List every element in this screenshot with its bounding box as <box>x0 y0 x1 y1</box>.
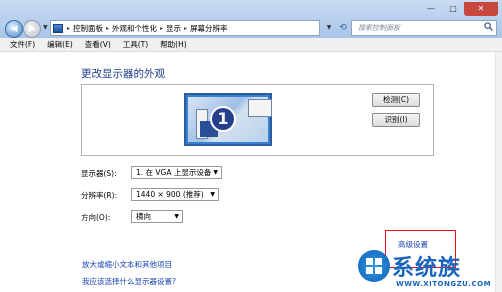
search-icon[interactable] <box>484 22 493 31</box>
monitor-number-badge: 1 <box>210 106 236 132</box>
watermark-logo: 系统族 WWW.XITONGZU.COM <box>358 250 502 292</box>
text-size-link[interactable]: 放大或缩小文本和其他项目 <box>82 259 172 270</box>
vertical-scrollbar[interactable] <box>495 52 502 292</box>
resolution-label: 分辨率(R): <box>81 191 118 200</box>
orientation-select[interactable]: 横向 ▼ <box>131 210 183 223</box>
menu-file[interactable]: 文件(F) <box>10 39 35 50</box>
search-placeholder: 搜索控制面板 <box>358 24 400 32</box>
maximize-button[interactable]: □ <box>442 2 464 16</box>
orientation-select-value: 横向 <box>136 212 151 221</box>
address-dropdown-icon[interactable]: ▼ <box>322 20 336 36</box>
breadcrumb-item[interactable]: 显示 <box>166 23 181 34</box>
display-select[interactable]: 1. 在 VGA 上显示设备 ▼ <box>131 166 222 179</box>
display-label: 显示器(S): <box>81 169 117 178</box>
close-button[interactable]: ✕ <box>464 2 498 16</box>
breadcrumb-separator: ▸ <box>160 24 164 32</box>
menu-view[interactable]: 查看(V) <box>85 39 111 50</box>
windows-logo-icon <box>358 250 390 282</box>
identify-button[interactable]: 识别(I) <box>372 113 420 127</box>
detect-button[interactable]: 检测(C) <box>372 93 420 107</box>
resolution-select-value: 1440 × 900 (推荐) <box>136 190 204 199</box>
menu-tools[interactable]: 工具(T) <box>123 39 148 50</box>
chevron-down-icon: ▼ <box>213 169 218 176</box>
window-thumbnail <box>248 99 272 117</box>
display-help-link[interactable]: 我应该选择什么显示器设置? <box>82 276 176 287</box>
breadcrumb-item[interactable]: 外观和个性化 <box>112 23 157 34</box>
breadcrumb-item[interactable]: 控制面板 <box>73 23 103 34</box>
watermark-url: WWW.XITONGZU.COM <box>396 280 492 288</box>
forward-arrow-icon[interactable]: ▶ <box>23 20 41 38</box>
breadcrumb-separator: ▸ <box>106 24 110 32</box>
windows-flag-icon <box>366 258 382 274</box>
orientation-label: 方向(O): <box>81 213 111 222</box>
watermark-brand: 系统族 <box>392 256 462 281</box>
search-input[interactable]: 搜索控制面板 <box>351 20 497 36</box>
chevron-down-icon: ▼ <box>210 191 215 198</box>
chevron-down-icon: ▼ <box>174 213 179 220</box>
title-bar: — □ ✕ ◀ ▶ ▼ ▸ 控制面板 ▸ 外观和个性化 ▸ 显示 ▸ 屏幕分辨率… <box>0 0 502 38</box>
control-panel-icon <box>53 23 63 33</box>
menu-help[interactable]: 帮助(H) <box>160 39 187 50</box>
back-arrow-icon[interactable]: ◀ <box>5 20 23 38</box>
menu-bar: 文件(F) 编辑(E) 查看(V) 工具(T) 帮助(H) <box>0 38 502 52</box>
breadcrumb-item[interactable]: 屏幕分辨率 <box>190 23 228 34</box>
refresh-icon[interactable]: ⟲ <box>336 20 350 36</box>
breadcrumb-separator: ▸ <box>67 24 71 32</box>
resolution-select[interactable]: 1440 × 900 (推荐) ▼ <box>131 188 219 201</box>
display-select-value: 1. 在 VGA 上显示设备 <box>136 168 212 177</box>
page-title: 更改显示器的外观 <box>81 68 165 80</box>
breadcrumb-separator: ▸ <box>184 24 188 32</box>
minimize-button[interactable]: — <box>420 2 442 16</box>
recent-pages-dropdown-icon[interactable]: ▼ <box>43 24 48 31</box>
menu-edit[interactable]: 编辑(E) <box>47 39 73 50</box>
address-bar[interactable]: ▸ 控制面板 ▸ 外观和个性化 ▸ 显示 ▸ 屏幕分辨率 <box>50 20 320 36</box>
